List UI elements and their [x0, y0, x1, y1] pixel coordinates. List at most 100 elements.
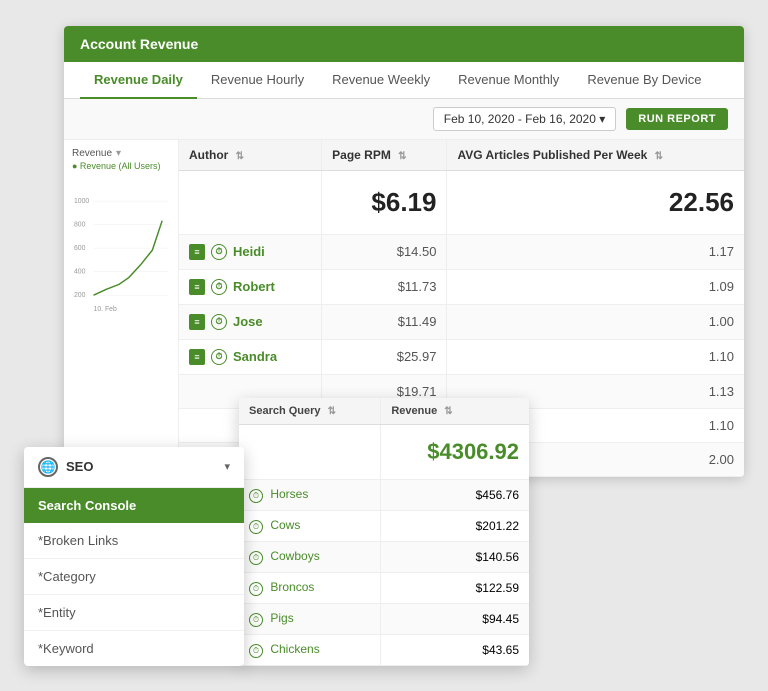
- sc-row-icon: ⏱: [249, 644, 263, 658]
- sc-query-cell: ⏱ Horses: [239, 479, 381, 510]
- panel-title: Account Revenue: [80, 36, 198, 52]
- sc-revenue-cell: $201.22: [381, 510, 529, 541]
- summary-rpm: $6.19: [322, 170, 447, 234]
- search-console-table: Search Query ⇅ Revenue ⇅ $4306.92 ⏱: [239, 398, 529, 666]
- tab-revenue-daily[interactable]: Revenue Daily: [80, 62, 197, 99]
- date-range-arrow: ▾: [599, 112, 605, 126]
- seo-menu-item-category[interactable]: *Category: [24, 559, 244, 595]
- avg-value: 1.10: [447, 339, 744, 374]
- sc-table-row: ⏱ Pigs $94.45: [239, 603, 529, 634]
- sc-row-icon: ⏱: [249, 489, 263, 503]
- search-console-panel: Search Query ⇅ Revenue ⇅ $4306.92 ⏱: [239, 398, 529, 666]
- sc-query-cell: ⏱ Chickens: [239, 634, 381, 665]
- author-cell: ≡ ⏱ Jose: [189, 314, 311, 330]
- author-cell: ≡ ⏱ Heidi: [189, 244, 311, 260]
- list-icon: ≡: [189, 279, 205, 295]
- list-icon: ≡: [189, 349, 205, 365]
- author-cell: ≡ ⏱ Sandra: [189, 349, 311, 365]
- seo-menu-item-keyword[interactable]: *Keyword: [24, 631, 244, 666]
- sc-row-icon: ⏱: [249, 551, 263, 565]
- sc-total-revenue: $4306.92: [381, 424, 529, 479]
- svg-text:10. Feb: 10. Feb: [94, 305, 117, 312]
- tab-revenue-monthly[interactable]: Revenue Monthly: [444, 62, 573, 99]
- sc-query-link[interactable]: Broncos: [270, 580, 314, 594]
- date-range-picker[interactable]: Feb 10, 2020 - Feb 16, 2020 ▾: [433, 107, 616, 131]
- sc-revenue-cell: $43.65: [381, 634, 529, 665]
- sc-col-revenue[interactable]: Revenue ⇅: [381, 398, 529, 425]
- chart-title-row: Revenue ▾: [72, 148, 170, 159]
- summary-avg: 22.56: [447, 170, 744, 234]
- col-page-rpm[interactable]: Page RPM ⇅: [322, 140, 447, 171]
- clock-icon: ⏱: [211, 244, 227, 260]
- sc-query-link[interactable]: Cowboys: [270, 549, 319, 563]
- tab-revenue-hourly[interactable]: Revenue Hourly: [197, 62, 318, 99]
- clock-icon: ⏱: [211, 279, 227, 295]
- sc-query-link[interactable]: Pigs: [270, 611, 293, 625]
- sc-revenue-cell: $94.45: [381, 603, 529, 634]
- author-cell: ≡ ⏱ Robert: [189, 279, 311, 295]
- chart-legend: ● Revenue (All Users): [72, 161, 170, 171]
- seo-active-item-search-console[interactable]: Search Console: [24, 488, 244, 523]
- chart-dropdown-icon[interactable]: ▾: [116, 148, 121, 159]
- sort-rpm-icon[interactable]: ⇅: [398, 151, 406, 162]
- sc-row-icon: ⏱: [249, 582, 263, 596]
- sc-table-row: ⏱ Cowboys $140.56: [239, 541, 529, 572]
- sc-table-row: ⏱ Chickens $43.65: [239, 634, 529, 665]
- avg-value: 1.00: [447, 304, 744, 339]
- avg-value: 1.09: [447, 269, 744, 304]
- clock-icon: ⏱: [211, 349, 227, 365]
- tab-revenue-by-device[interactable]: Revenue By Device: [573, 62, 715, 99]
- col-avg-articles[interactable]: AVG Articles Published Per Week ⇅: [447, 140, 744, 171]
- seo-active-label: Search Console: [38, 498, 136, 513]
- seo-sidebar-panel: 🌐 SEO ▾ Search Console *Broken Links *Ca…: [24, 447, 244, 666]
- col-author[interactable]: Author ⇅: [179, 140, 322, 171]
- author-name: Robert: [233, 279, 275, 294]
- seo-header-left: 🌐 SEO: [38, 457, 93, 477]
- chevron-down-icon[interactable]: ▾: [224, 460, 230, 473]
- list-icon: ≡: [189, 244, 205, 260]
- run-report-button[interactable]: RUN REPORT: [626, 108, 728, 130]
- list-icon: ≡: [189, 314, 205, 330]
- chart-area: Revenue ▾ ● Revenue (All Users) 1000 800…: [64, 140, 179, 477]
- table-row: ≡ ⏱ Sandra $25.97 1.10: [179, 339, 744, 374]
- sc-revenue-cell: $140.56: [381, 541, 529, 572]
- author-name: Heidi: [233, 244, 265, 259]
- seo-menu-item-broken-links[interactable]: *Broken Links: [24, 523, 244, 559]
- rpm-value: $25.97: [322, 339, 447, 374]
- tab-revenue-weekly[interactable]: Revenue Weekly: [318, 62, 444, 99]
- sc-table-row: ⏱ Horses $456.76: [239, 479, 529, 510]
- svg-text:600: 600: [74, 245, 86, 252]
- sc-revenue-cell: $122.59: [381, 572, 529, 603]
- chart-title: Revenue: [72, 148, 112, 159]
- author-name: Sandra: [233, 349, 277, 364]
- rpm-value: $11.49: [322, 304, 447, 339]
- panel-header: Account Revenue: [64, 26, 744, 62]
- sort-avg-icon[interactable]: ⇅: [655, 151, 663, 162]
- sort-query-icon[interactable]: ⇅: [328, 406, 336, 417]
- seo-header: 🌐 SEO ▾: [24, 447, 244, 488]
- table-row: ≡ ⏱ Heidi $14.50 1.17: [179, 234, 744, 269]
- sc-query-cell: ⏱ Cows: [239, 510, 381, 541]
- clock-icon: ⏱: [211, 314, 227, 330]
- tabs-bar: Revenue Daily Revenue Hourly Revenue Wee…: [64, 62, 744, 99]
- sort-sc-revenue-icon[interactable]: ⇅: [444, 406, 452, 417]
- sort-author-icon[interactable]: ⇅: [236, 151, 244, 162]
- revenue-chart: 1000 800 600 400 200 10. Feb: [72, 175, 170, 335]
- summary-row: $6.19 22.56: [179, 170, 744, 234]
- date-range-text: Feb 10, 2020 - Feb 16, 2020: [444, 112, 596, 126]
- sc-table-row: ⏱ Cows $201.22: [239, 510, 529, 541]
- sc-row-icon: ⏱: [249, 613, 263, 627]
- sc-table-row: ⏱ Broncos $122.59: [239, 572, 529, 603]
- author-name: Jose: [233, 314, 263, 329]
- sc-revenue-cell: $456.76: [381, 479, 529, 510]
- seo-menu-item-entity[interactable]: *Entity: [24, 595, 244, 631]
- sc-query-link[interactable]: Chickens: [270, 642, 319, 656]
- svg-text:1000: 1000: [74, 198, 89, 205]
- rpm-value: $11.73: [322, 269, 447, 304]
- table-row: ≡ ⏱ Robert $11.73 1.09: [179, 269, 744, 304]
- sc-query-cell: ⏱ Broncos: [239, 572, 381, 603]
- sc-query-cell: ⏱ Cowboys: [239, 541, 381, 572]
- sc-col-search-query[interactable]: Search Query ⇅: [239, 398, 381, 425]
- sc-query-link[interactable]: Cows: [270, 518, 300, 532]
- sc-query-link[interactable]: Horses: [270, 487, 308, 501]
